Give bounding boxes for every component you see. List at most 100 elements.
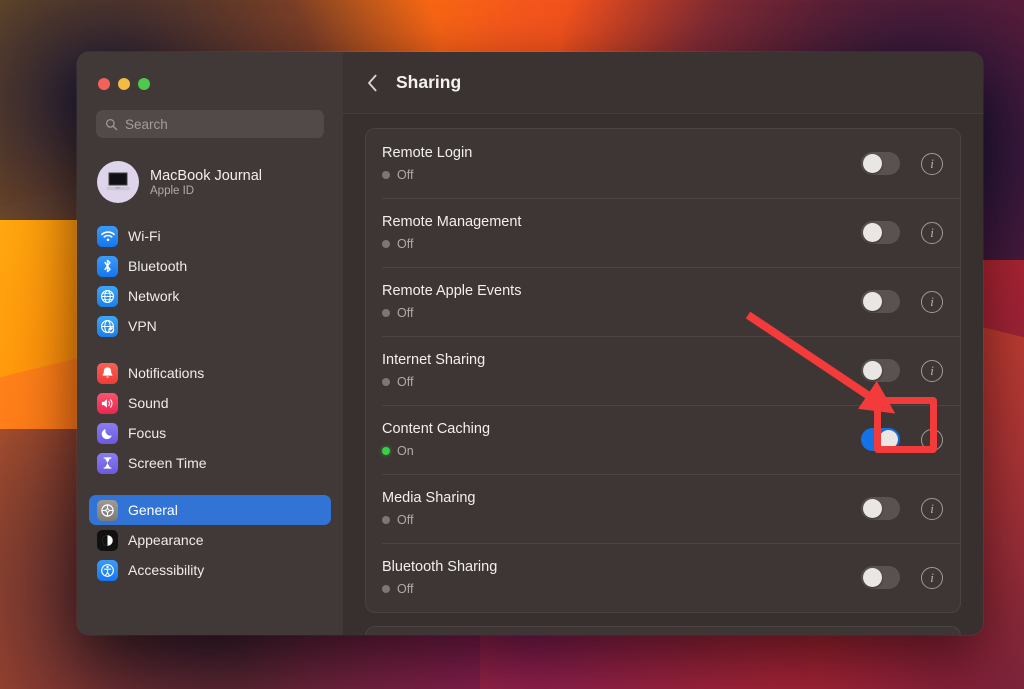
sidebar-item-label: VPN [128,318,157,334]
secondary-card-partial [365,626,961,635]
sidebar-item-screen-time[interactable]: Screen Time [89,448,331,478]
status-dot [382,516,390,524]
service-status: Off [382,306,861,320]
moon-icon [97,422,118,444]
sidebar-item-general[interactable]: General [89,495,331,525]
service-toggle[interactable] [861,497,900,520]
sidebar-group-system: Notifications Sound Focus Screen Time [77,358,343,478]
sidebar-item-label: Wi-Fi [128,228,161,244]
window-traffic-lights [77,52,343,90]
speaker-icon [97,392,118,414]
page-title: Sharing [396,72,462,92]
service-toggle[interactable] [861,566,900,589]
sidebar-item-label: Appearance [128,532,204,548]
avatar [97,161,139,203]
service-status: Off [382,237,861,251]
info-button[interactable]: i [921,152,943,175]
status-label: Off [397,306,414,320]
status-dot [382,240,390,248]
sidebar: MacBook Journal Apple ID Wi-Fi [77,52,343,635]
toggle-knob [879,430,898,449]
info-button[interactable]: i [921,221,943,244]
zoom-button[interactable] [138,78,150,90]
service-row-remote-management[interactable]: Remote Management Off i [366,198,960,267]
service-controls: i [861,221,943,244]
service-text: Bluetooth Sharing Off [382,559,861,596]
service-row-bluetooth-sharing[interactable]: Bluetooth Sharing Off i [366,543,960,612]
main-pane: Sharing Remote Login Off i Remote Manage… [343,52,983,635]
service-controls: i [861,290,943,313]
sidebar-item-network[interactable]: Network [89,281,331,311]
account-subtitle: Apple ID [150,184,195,197]
sidebar-item-vpn[interactable]: VPN [89,311,331,341]
service-status: On [382,444,861,458]
content-caching-info-button[interactable]: i [921,428,943,451]
close-button[interactable] [98,78,110,90]
service-name: Remote Login [382,145,473,161]
info-button[interactable]: i [921,497,943,520]
search-container [77,90,343,138]
status-dot [382,447,390,455]
status-dot [382,378,390,386]
desktop-background: MacBook Journal Apple ID Wi-Fi [0,0,1024,689]
sidebar-item-appearance[interactable]: Appearance [89,525,331,555]
status-label: Off [397,168,414,182]
sidebar-group-connectivity: Wi-Fi Bluetooth Network VPN [77,221,343,341]
sidebar-group-general: General Appearance Accessibility [77,495,343,585]
sidebar-item-notifications[interactable]: Notifications [89,358,331,388]
search-input[interactable] [125,116,315,132]
minimize-button[interactable] [118,78,130,90]
sidebar-item-label: Sound [128,395,169,411]
service-controls: i [861,359,943,382]
service-toggle[interactable] [861,221,900,244]
service-controls: i [861,152,943,175]
status-label: Off [397,582,414,596]
service-row-remote-apple-events[interactable]: Remote Apple Events Off i [366,267,960,336]
system-settings-window: MacBook Journal Apple ID Wi-Fi [77,52,983,635]
service-text: Media Sharing Off [382,490,861,527]
wifi-icon [97,225,118,247]
service-controls: i [861,428,943,451]
service-text: Content Caching On [382,421,861,458]
toggle-knob [863,568,882,587]
bluetooth-icon [97,255,118,277]
sidebar-bottom-fade [77,619,343,635]
service-name: Remote Management [382,214,522,230]
service-status: Off [382,582,861,596]
back-button[interactable] [367,74,378,92]
account-text: MacBook Journal Apple ID [150,168,262,197]
service-text: Remote Login Off [382,145,861,182]
sidebar-item-label: Accessibility [128,562,205,578]
info-button[interactable]: i [921,290,943,313]
service-row-content-caching[interactable]: Content Caching On i [366,405,960,474]
service-row-remote-login[interactable]: Remote Login Off i [366,129,960,198]
apple-id-account-row[interactable]: MacBook Journal Apple ID [91,154,329,210]
service-name: Remote Apple Events [382,283,522,299]
status-dot [382,309,390,317]
toggle-knob [863,154,882,173]
search-box[interactable] [96,110,324,138]
content-caching-toggle[interactable] [861,428,900,451]
service-status: Off [382,513,861,527]
info-button[interactable]: i [921,359,943,382]
service-row-internet-sharing[interactable]: Internet Sharing Off i [366,336,960,405]
settings-scroll-area[interactable]: Remote Login Off i Remote Management Off… [343,114,983,635]
service-status: Off [382,375,861,389]
sidebar-item-sound[interactable]: Sound [89,388,331,418]
service-toggle[interactable] [861,152,900,175]
sidebar-item-accessibility[interactable]: Accessibility [89,555,331,585]
service-text: Remote Apple Events Off [382,283,861,320]
info-button[interactable]: i [921,566,943,589]
service-text: Internet Sharing Off [382,352,861,389]
sidebar-item-bluetooth[interactable]: Bluetooth [89,251,331,281]
globe-icon [97,285,118,307]
sidebar-item-label: General [128,502,178,518]
service-toggle[interactable] [861,359,900,382]
toggle-knob [863,223,882,242]
sidebar-item-focus[interactable]: Focus [89,418,331,448]
toggle-knob [863,499,882,518]
hourglass-icon [97,452,118,474]
service-toggle[interactable] [861,290,900,313]
service-row-media-sharing[interactable]: Media Sharing Off i [366,474,960,543]
sidebar-item-wifi[interactable]: Wi-Fi [89,221,331,251]
